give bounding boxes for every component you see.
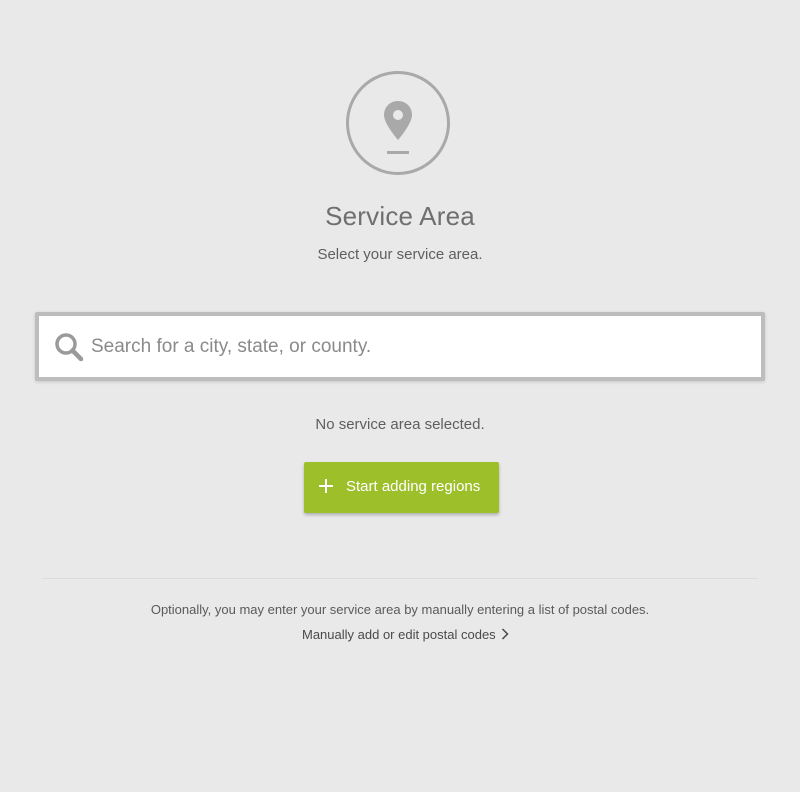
search-icon [55,333,84,362]
manual-postal-codes-label: Manually add or edit postal codes [302,627,496,642]
search-box[interactable] [35,312,765,381]
section-divider [42,578,758,579]
map-pin-icon [346,71,450,175]
start-adding-regions-button[interactable]: Start adding regions [304,462,499,513]
plus-icon [319,479,333,493]
start-adding-regions-label: Start adding regions [346,478,481,495]
page-subtitle: Select your service area. [317,246,483,263]
service-area-page: Service Area Select your service area. N… [0,0,800,792]
search-input[interactable] [91,316,751,377]
chevron-right-icon [501,628,509,640]
postal-codes-note: Optionally, you may enter your service a… [150,602,650,617]
manual-postal-codes-link[interactable]: Manually add or edit postal codes [302,627,509,642]
page-title: Service Area [325,201,475,231]
no-selection-message: No service area selected. [315,416,485,433]
